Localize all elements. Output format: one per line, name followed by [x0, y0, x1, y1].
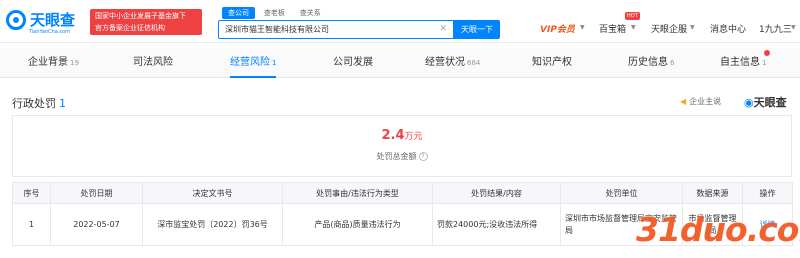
logo-eye-icon: ◉	[744, 96, 754, 109]
col-header-result: 处罚结果/内容	[432, 182, 561, 204]
logo-subtext: TianYanCha.com	[29, 29, 71, 35]
search-tab-relation[interactable]: 查关系	[294, 7, 327, 19]
penalty-summary-card: 2.4万元 处罚总金额?	[12, 115, 792, 177]
cell-result: 罚款24000元;没收违法所得	[432, 203, 561, 246]
enterprise-service-link[interactable]: 天眼企服	[651, 22, 687, 35]
section-count: 1	[59, 97, 66, 110]
col-header-authority: 处罚单位	[560, 182, 683, 204]
table-header-row: 序号 处罚日期 决定文书号 处罚事由/违法行为类型 处罚结果/内容 处罚单位 数…	[12, 182, 793, 204]
cell-document-no: 深市监宝处罚〔2022〕罚36号	[142, 203, 283, 246]
chevron-down-icon: ▼	[580, 24, 585, 31]
search-button[interactable]: 天眼一下	[454, 20, 500, 39]
tab-judicial-risk[interactable]: 司法风险	[133, 48, 175, 78]
search-input[interactable]	[225, 21, 435, 38]
tab-operating-status[interactable]: 经营状况 684	[425, 48, 480, 78]
badge-line-2: 官方备案企业征信机构	[95, 24, 165, 32]
help-icon[interactable]: ?	[418, 152, 428, 161]
section-title: 行政处罚 1	[12, 97, 66, 110]
search-tab-company[interactable]: 查公司	[222, 7, 255, 19]
new-dot-badge	[764, 50, 770, 56]
clear-icon[interactable]: ✕	[439, 24, 447, 34]
tab-intellectual-property[interactable]: 知识产权	[532, 48, 574, 78]
tab-business-risk[interactable]: 经营风险 1	[230, 48, 277, 78]
tab-history[interactable]: 历史信息 6	[628, 48, 674, 78]
tab-company-background[interactable]: 企业背景 19	[28, 48, 79, 78]
category-tabs: 企业背景 19 司法风险 经营风险 1 公司发展 经营状况 684 知识产权 历史信息…	[0, 48, 800, 78]
penalty-total-value: 2.4万元	[381, 128, 423, 143]
site-logo[interactable]: 天眼查 TianYanCha.com	[6, 8, 86, 36]
search-box: ✕	[218, 20, 454, 39]
vip-link[interactable]: VIP会员	[540, 22, 575, 35]
cell-reason: 产品(商品)质量违法行为	[282, 203, 433, 246]
col-header-date: 处罚日期	[50, 182, 143, 204]
search-tab-boss[interactable]: 查老板	[258, 7, 291, 19]
certification-badge[interactable]: 国家中小企业发展子基金旗下 官方备案企业征信机构	[90, 9, 202, 35]
message-center-link[interactable]: 消息中心	[710, 22, 746, 35]
col-header-source: 数据来源	[682, 182, 743, 204]
penalty-total-label: 处罚总金额?	[13, 151, 791, 162]
top-header: 天眼查 TianYanCha.com 国家中小企业发展子基金旗下 官方备案企业征…	[0, 0, 800, 43]
chevron-down-icon: ▼	[690, 24, 695, 31]
megaphone-icon: ◀	[680, 97, 687, 106]
logo-eye-icon	[6, 10, 26, 30]
chevron-down-icon: ▼	[791, 24, 796, 31]
logo-text: 天眼查	[30, 11, 76, 29]
col-header-action: 操作	[742, 182, 793, 204]
chevron-down-icon: ▼	[631, 24, 636, 31]
tab-self-info[interactable]: 自主信息 1	[720, 48, 766, 78]
search-type-tabs: 查公司 查老板 查关系	[222, 7, 327, 19]
brand-logo: ◉天眼查	[744, 96, 787, 109]
col-header-document-no: 决定文书号	[142, 182, 283, 204]
user-menu[interactable]: 1九九三	[759, 22, 792, 35]
hot-badge: HOT	[625, 12, 640, 20]
site-watermark: 31duo.com	[636, 210, 800, 249]
owner-notice-link[interactable]: ◀ 企业主说	[680, 96, 721, 107]
cell-date: 2022-05-07	[50, 203, 143, 246]
col-header-index: 序号	[12, 182, 51, 204]
cell-index: 1	[12, 203, 51, 246]
baibao-link[interactable]: 百宝箱	[599, 22, 626, 35]
tab-company-development[interactable]: 公司发展	[333, 48, 375, 78]
col-header-reason: 处罚事由/违法行为类型	[282, 182, 433, 204]
badge-line-1: 国家中小企业发展子基金旗下	[95, 12, 186, 20]
